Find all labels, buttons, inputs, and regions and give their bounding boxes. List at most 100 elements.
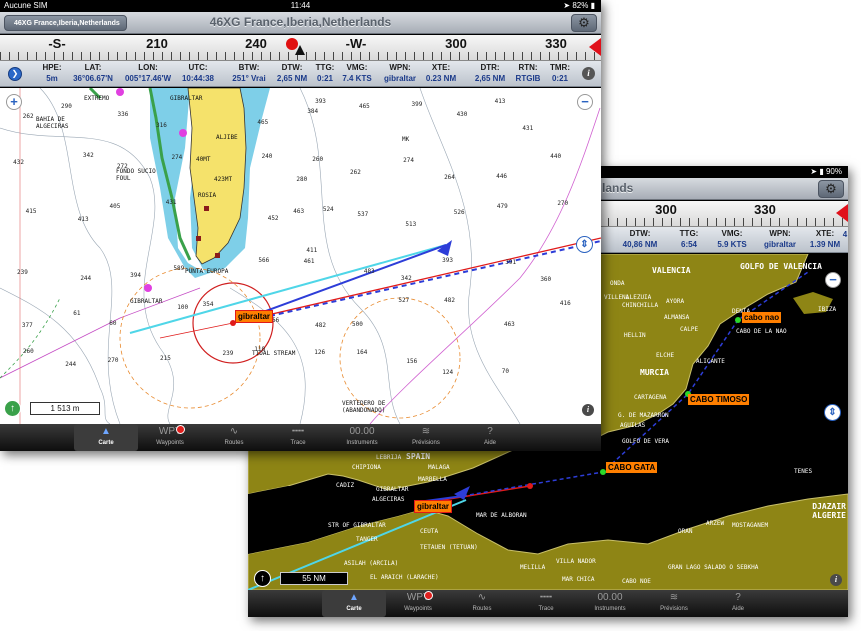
course-marker-icon [589, 38, 601, 56]
zoom-out-button[interactable]: − [577, 94, 593, 110]
instr-dtr: DTR: 2,65 NM [474, 63, 506, 83]
place-label: ALMANSA [664, 314, 690, 321]
tab-routes[interactable]: ∿ Routes [202, 424, 266, 451]
region-label: VALENCIA [652, 266, 691, 275]
front-nav-title: 46XG France,Iberia,Netherlands [209, 15, 392, 29]
depth-sounding: 290 [61, 103, 72, 111]
region-label: SPAIN [406, 452, 431, 461]
depth-sounding: 244 [80, 275, 92, 283]
tab-instruments[interactable]: 00.00 Instruments [330, 424, 394, 451]
settings-gear-icon[interactable]: ⚙ [818, 180, 844, 198]
place-label: EXTREMO [84, 95, 110, 102]
recenter-arrow-icon[interactable]: ↑ [4, 400, 21, 417]
map-arrow-icon: ▲ [349, 592, 359, 603]
place-label: CARTAGENA [634, 394, 667, 401]
waypoint-marker [735, 317, 741, 323]
buoy-icon [116, 88, 124, 96]
instr-vmg: VMG: 7.4 KTS [342, 63, 372, 83]
tab-routes[interactable]: ∿ Routes [450, 590, 514, 617]
place-label: TENES [794, 468, 813, 475]
north-up-toggle-icon[interactable]: ⇕ [576, 236, 593, 253]
depth-sounding: 280 [296, 175, 308, 183]
place-label: MOSTAGANEM [732, 522, 769, 529]
waypoint-icon: WPT [406, 592, 430, 603]
front-chart-map[interactable]: 262 290 336 316 384 465 393 465 399 430 413 431 432 3… [0, 88, 601, 424]
instr-dtw: DTW: 40,86 NM [622, 229, 658, 249]
depth-sounding: 430 [456, 110, 468, 118]
tab-previsions[interactable]: ≋ Prévisions [642, 590, 706, 617]
depth-sounding: 394 [130, 271, 141, 279]
place-label: BAHIA DE ALGECIRAS [36, 116, 69, 130]
depth-sounding: 354 [202, 300, 214, 308]
tab-aide[interactable]: ? Aide [706, 590, 770, 617]
place-label: MARBELLA [418, 476, 447, 483]
depth-sounding: 262 [22, 112, 34, 120]
waypoint-badge [176, 425, 185, 434]
battery-indicator: ➤ 82% ▮ [563, 1, 595, 10]
place-label: CHINCHILLA [622, 302, 659, 309]
tab-carte[interactable]: ▲ Carte [74, 424, 138, 451]
place-label: PUNTA EUROPA [185, 268, 229, 275]
front-status-bar: Aucune SIM 11:44 ➤ 82% ▮ [0, 0, 601, 12]
tab-trace[interactable]: ╍╍ Trace [514, 590, 578, 617]
heading-line [159, 322, 234, 339]
depth-sounding: 452 [267, 215, 279, 223]
place-label: GIBRALTAR [376, 486, 409, 493]
landmark-icon [196, 236, 201, 241]
instr-partial: 4 [842, 230, 848, 239]
tab-previsions[interactable]: ≋ Prévisions [394, 424, 458, 451]
front-chart-svg [0, 88, 601, 424]
waypoint-badge [424, 591, 433, 600]
waypoint-label-gibraltar[interactable]: gibraltar [235, 310, 274, 323]
depth-sounding: 126 [314, 348, 326, 356]
place-label: IBIZA [818, 306, 837, 313]
zoom-in-button[interactable]: + [6, 94, 22, 110]
depth-sounding: 479 [496, 203, 508, 211]
tab-trace[interactable]: ╍╍ Trace [266, 424, 330, 451]
place-label: GOLFO DE VERA [622, 438, 669, 445]
traffic-dashed [0, 297, 61, 379]
tab-waypoints[interactable]: WPT Waypoints [386, 590, 450, 617]
region-label: GOLFO DE VALENCIA [740, 262, 822, 271]
depth-sounding: 440 [550, 153, 562, 161]
place-label: GIBRALTAR [130, 298, 163, 305]
depth-sounding: 405 [109, 202, 121, 210]
instrument-toggle-icon[interactable]: ❯ [8, 67, 22, 81]
depth-sounding: 100 [177, 303, 189, 311]
depth-sounding: 465 [358, 103, 370, 111]
place-label: VILLA NADOR [556, 558, 596, 565]
tab-aide[interactable]: ? Aide [458, 424, 522, 451]
waypoint-label-cabo-nao[interactable]: cabo nao [742, 312, 782, 323]
depth-sounding: 527 [398, 297, 410, 305]
place-label: GIBRALTAR [170, 95, 203, 102]
front-compass-strip[interactable]: -S- 210 240 -W- 300 330 [0, 35, 601, 61]
depth-sounding: 342 [82, 151, 94, 159]
zoom-out-button[interactable]: − [825, 272, 841, 288]
depth-sounding: 239 [222, 350, 234, 358]
depth-sounding: 360 [540, 275, 552, 283]
depth-sounding: 215 [159, 354, 171, 362]
instr-btw: BTW: 251° Vrai [232, 63, 266, 83]
recenter-arrow-icon[interactable]: ↑ [254, 570, 271, 587]
tab-instruments[interactable]: 00.00 Instruments [578, 590, 642, 617]
depth-sounding: 60 [109, 319, 117, 327]
tab-carte[interactable]: ▲ Carte [322, 590, 386, 617]
map-info-icon[interactable]: i [582, 404, 594, 416]
instrument-info-icon[interactable]: i [582, 67, 595, 80]
depth-sounding: 589 [173, 265, 185, 273]
depth-sounding: 264 [444, 173, 455, 181]
front-tablet: Aucune SIM 11:44 ➤ 82% ▮ 46XG France,Ibe… [0, 0, 601, 451]
depth-sounding: 342 [400, 274, 412, 282]
depth-sounding: 537 [357, 210, 369, 218]
place-label: LEBRIJA [376, 454, 402, 461]
place-label: CABO DE LA NAO [736, 328, 787, 335]
waypoint-label-cabo-gata[interactable]: CABO GATA [606, 462, 658, 473]
front-instrument-bar: ❯ HPE: 5m LAT: 36°06.67'N LON: 005°17.46'W … [0, 61, 601, 87]
tab-waypoints[interactable]: WPT Waypoints [138, 424, 202, 451]
map-info-icon[interactable]: i [830, 574, 842, 586]
settings-gear-icon[interactable]: ⚙ [571, 14, 597, 32]
waypoint-label-gibraltar[interactable]: gibraltar [414, 500, 453, 513]
place-label: GRAN LAGO SALADO O SEBKHA [668, 564, 759, 571]
north-up-toggle-icon[interactable]: ⇕ [824, 404, 841, 421]
waypoint-label-cabo-timoso[interactable]: CABO TIMOSO [688, 394, 750, 405]
